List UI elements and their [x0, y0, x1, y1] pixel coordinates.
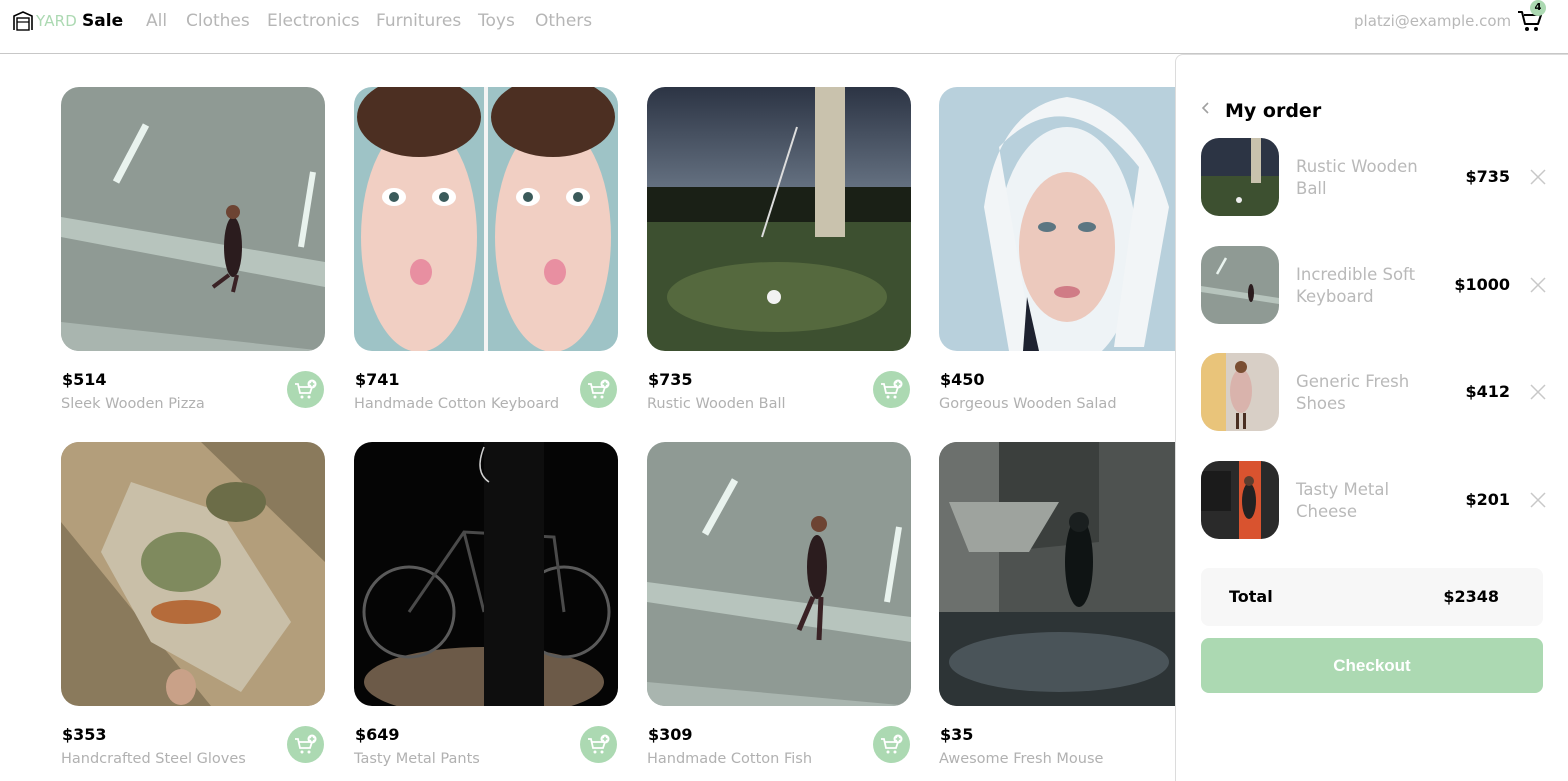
product-image[interactable]: [939, 442, 1203, 706]
nav-link-electronics[interactable]: Electronics: [267, 11, 360, 31]
add-to-cart-button[interactable]: [580, 371, 617, 408]
product-price: $353: [62, 725, 107, 744]
add-to-cart-icon: [880, 734, 902, 753]
total-label: Total: [1229, 587, 1273, 606]
add-to-cart-icon: [294, 379, 316, 398]
total-value: $2348: [1443, 587, 1499, 606]
logo[interactable]: YARD Sale: [12, 9, 123, 33]
order-item: Generic Fresh Shoes $412: [1201, 353, 1546, 431]
add-to-cart-button[interactable]: [580, 726, 617, 763]
logo-icon: [13, 11, 33, 31]
chevron-left-icon[interactable]: [1200, 101, 1212, 115]
product-image[interactable]: [61, 442, 325, 706]
add-to-cart-icon: [587, 734, 609, 753]
order-item-image: [1201, 246, 1279, 324]
order-item-name: Rustic Wooden Ball: [1296, 157, 1418, 198]
order-item-image: [1201, 461, 1279, 539]
product-name: Awesome Fresh Mouse: [939, 751, 1104, 767]
checkout-button[interactable]: Checkout: [1201, 638, 1543, 693]
product-price: $309: [648, 725, 693, 744]
add-to-cart-icon: [294, 734, 316, 753]
product-image[interactable]: [354, 87, 618, 351]
order-panel: My order Rustic Wooden Ball $735 Incredi…: [1175, 54, 1568, 781]
add-to-cart-button[interactable]: [873, 371, 910, 408]
add-to-cart-button[interactable]: [287, 371, 324, 408]
order-item-price: $1000: [1454, 275, 1510, 294]
order-item: Incredible Soft Keyboard $1000: [1201, 246, 1546, 324]
order-item-image: [1201, 138, 1279, 216]
add-to-cart-button[interactable]: [287, 726, 324, 763]
user-email[interactable]: platzi@example.com: [1354, 12, 1511, 30]
brand-yard: YARD: [36, 12, 78, 30]
nav-link-toys[interactable]: Toys: [478, 11, 515, 31]
close-icon[interactable]: [1530, 277, 1546, 293]
nav-link-furnitures[interactable]: Furnitures: [376, 11, 461, 31]
product-image[interactable]: [61, 87, 325, 351]
order-item-price: $201: [1465, 490, 1510, 509]
product-price: $514: [62, 370, 107, 389]
add-to-cart-icon: [880, 379, 902, 398]
brand-sale: Sale: [82, 11, 124, 31]
order-item-name: Generic Fresh Shoes: [1296, 372, 1410, 413]
navbar: YARD Sale All Clothes Electronics Furnit…: [0, 0, 1568, 54]
product-image[interactable]: [939, 87, 1203, 351]
close-icon[interactable]: [1530, 384, 1546, 400]
product-name: Sleek Wooden Pizza: [61, 396, 205, 412]
order-item: Tasty Metal Cheese $201: [1201, 461, 1546, 539]
order-item-price: $412: [1465, 382, 1510, 401]
product-name: Handmade Cotton Keyboard: [354, 396, 560, 412]
order-item: Rustic Wooden Ball $735: [1201, 138, 1546, 216]
add-to-cart-button[interactable]: [873, 726, 910, 763]
order-item-image: [1201, 353, 1279, 431]
product-image[interactable]: [647, 442, 911, 706]
nav-link-clothes[interactable]: Clothes: [186, 11, 250, 31]
product-name: Handcrafted Steel Gloves: [61, 751, 246, 767]
order-title: My order: [1225, 100, 1322, 122]
product-price: $649: [355, 725, 400, 744]
close-icon[interactable]: [1530, 492, 1546, 508]
nav-link-others[interactable]: Others: [535, 11, 592, 31]
product-image[interactable]: [354, 442, 618, 706]
cart-count-badge: 4: [1530, 0, 1546, 16]
product-name: Tasty Metal Pants: [354, 751, 480, 767]
cart-button[interactable]: 4: [1516, 0, 1546, 34]
product-name: Gorgeous Wooden Salad: [939, 396, 1117, 412]
add-to-cart-icon: [587, 379, 609, 398]
product-price: $35: [940, 725, 974, 744]
nav-link-all[interactable]: All: [146, 11, 167, 31]
product-price: $741: [355, 370, 400, 389]
close-icon[interactable]: [1530, 169, 1546, 185]
product-name: Handmade Cotton Fish: [647, 751, 813, 767]
product-price: $735: [648, 370, 693, 389]
order-item-name: Incredible Soft Keyboard: [1296, 265, 1416, 306]
product-image[interactable]: [647, 87, 911, 351]
product-name: Rustic Wooden Ball: [647, 396, 786, 412]
order-item-price: $735: [1465, 167, 1510, 186]
order-total: Total $2348: [1201, 568, 1543, 626]
order-item-name: Tasty Metal Cheese: [1296, 480, 1390, 521]
product-price: $450: [940, 370, 985, 389]
